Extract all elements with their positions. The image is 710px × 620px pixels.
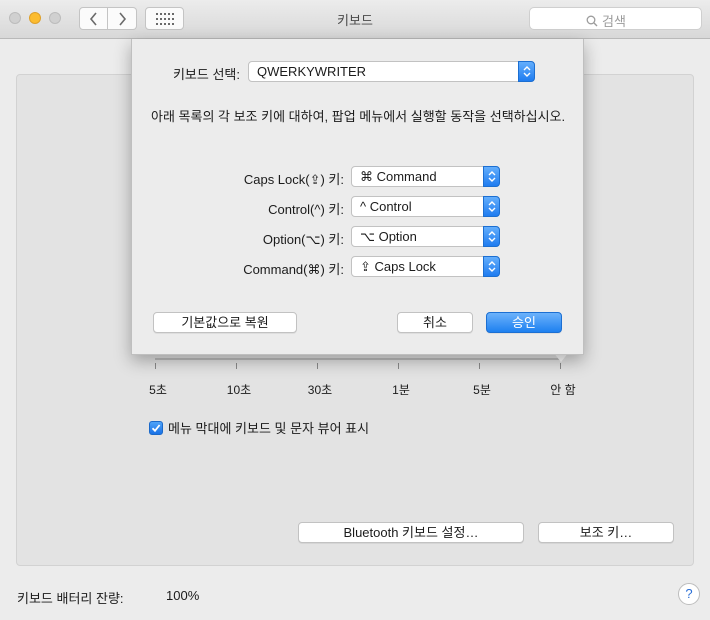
slider-tick bbox=[155, 363, 156, 369]
show-in-menubar-label: 메뉴 막대에 키보드 및 문자 뷰어 표시 bbox=[168, 421, 370, 436]
popup-arrows-icon bbox=[518, 61, 535, 82]
slider-tick-label: 10초 bbox=[226, 383, 252, 397]
option-action-popup[interactable]: ⌥ Option bbox=[351, 226, 500, 247]
popup-arrows-icon bbox=[483, 166, 500, 187]
option-action-value: ⌥ Option bbox=[360, 229, 417, 244]
slider-tick-label: 5분 bbox=[473, 383, 491, 397]
slider-tick-label: 안 함 bbox=[550, 383, 576, 397]
command-action-popup[interactable]: ⇪ Caps Lock bbox=[351, 256, 500, 277]
control-key-label: Control(^) 키: bbox=[268, 202, 344, 217]
command-key-label: Command(⌘) 키: bbox=[243, 262, 344, 277]
slider-tick bbox=[236, 363, 237, 369]
slider-tick-label: 1분 bbox=[392, 383, 410, 397]
keyboard-select-label: 키보드 선택: bbox=[172, 67, 240, 82]
show-in-menubar-checkbox[interactable] bbox=[149, 420, 163, 435]
popup-arrows-icon bbox=[483, 256, 500, 277]
modifier-description: 아래 목록의 각 보조 키에 대하여, 팝업 메뉴에서 실행할 동작을 선택하십… bbox=[151, 109, 566, 124]
search-icon bbox=[586, 15, 598, 26]
checkmark-icon bbox=[151, 423, 161, 432]
option-key-label: Option(⌥) 키: bbox=[262, 232, 344, 247]
show-in-menubar-row[interactable]: 메뉴 막대에 키보드 및 문자 뷰어 표시 bbox=[149, 418, 369, 437]
battery-level-value: 100% bbox=[166, 588, 200, 603]
popup-arrows-icon bbox=[483, 226, 500, 247]
keyboard-select-popup[interactable]: QWERKYWRITER bbox=[248, 61, 535, 82]
title-bar: 키보드 검색 bbox=[0, 0, 710, 39]
bluetooth-keyboard-setup-button[interactable]: Bluetooth 키보드 설정… bbox=[298, 522, 524, 543]
slider-tick bbox=[560, 363, 561, 369]
slider-tick bbox=[317, 363, 318, 369]
caps-lock-action-popup[interactable]: ⌘ Command bbox=[351, 166, 500, 187]
caps-lock-key-label: Caps Lock(⇪) 키: bbox=[243, 172, 344, 187]
search-input[interactable]: 검색 bbox=[529, 7, 702, 30]
ok-button[interactable]: 승인 bbox=[486, 312, 562, 333]
modifier-keys-sheet: 키보드 선택: QWERKYWRITER 아래 목록의 각 보조 키에 대하여,… bbox=[131, 39, 584, 355]
battery-level-label: 키보드 배터리 잔량: bbox=[17, 591, 124, 606]
caps-lock-action-value: ⌘ Command bbox=[360, 169, 437, 184]
slider-tick bbox=[398, 363, 399, 369]
help-button[interactable]: ? bbox=[678, 583, 700, 605]
search-placeholder-group: 검색 bbox=[586, 11, 626, 30]
slider-tick bbox=[479, 363, 480, 369]
slider-tick-label: 30초 bbox=[307, 383, 333, 397]
search-placeholder: 검색 bbox=[602, 14, 626, 29]
control-action-popup[interactable]: ^ Control bbox=[351, 196, 500, 217]
modifier-keys-button[interactable]: 보조 키… bbox=[538, 522, 674, 543]
key-repeat-slider-track[interactable] bbox=[155, 358, 561, 360]
keyboard-select-value: QWERKYWRITER bbox=[257, 64, 367, 79]
command-action-value: ⇪ Caps Lock bbox=[360, 259, 436, 274]
restore-defaults-button[interactable]: 기본값으로 복원 bbox=[153, 312, 297, 333]
control-action-value: ^ Control bbox=[360, 199, 412, 214]
cancel-button[interactable]: 취소 bbox=[397, 312, 473, 333]
slider-tick-label: 5초 bbox=[149, 383, 167, 397]
popup-arrows-icon bbox=[483, 196, 500, 217]
